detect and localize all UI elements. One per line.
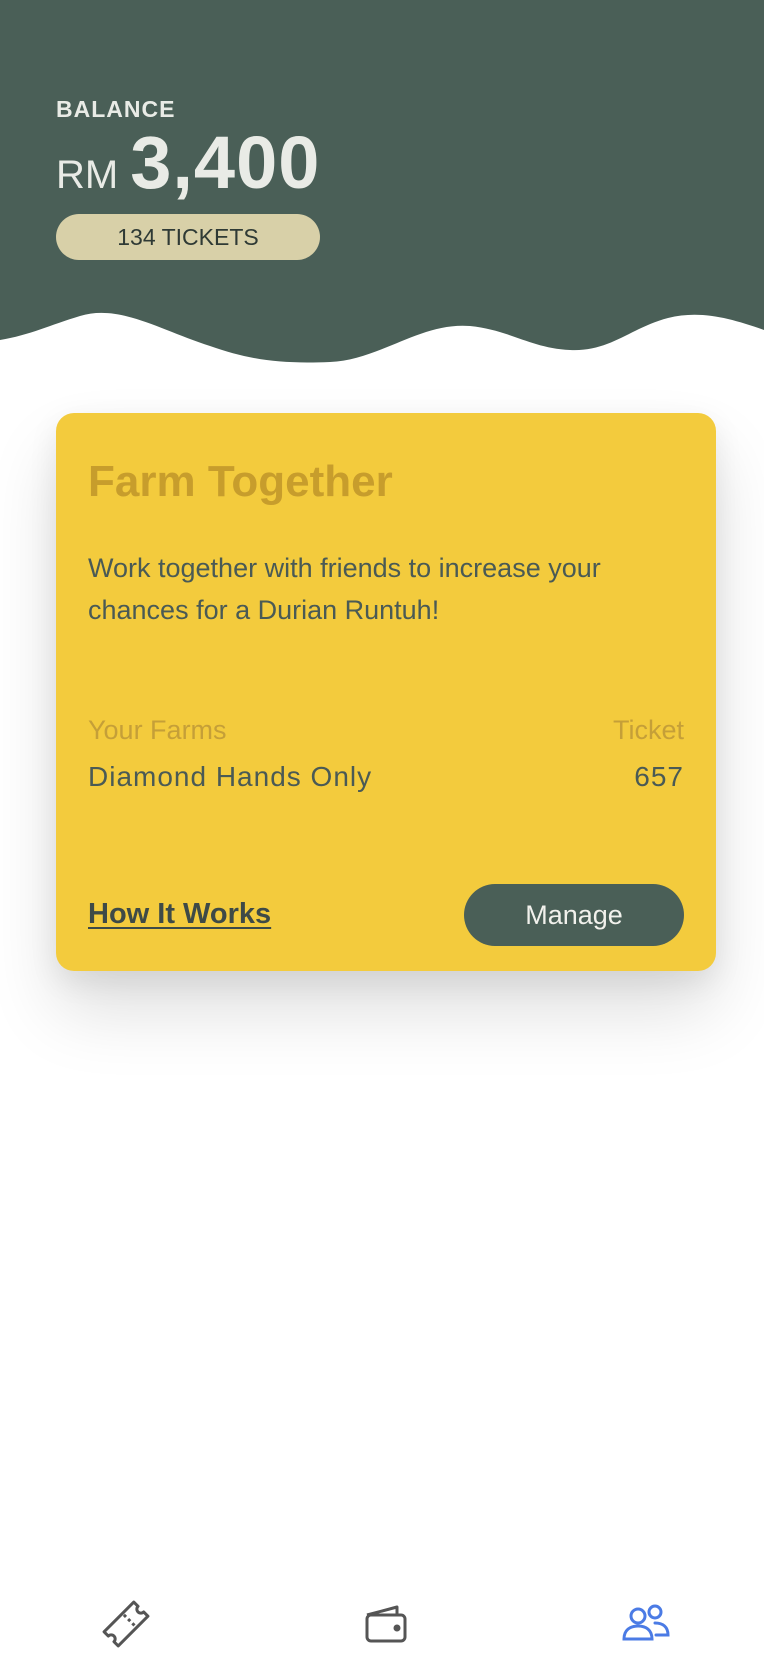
nav-tickets[interactable] [66, 1576, 186, 1672]
ticket-icon [102, 1600, 150, 1648]
farm-row[interactable]: Diamond Hands Only 657 [88, 761, 684, 793]
ticket-column-header: Ticket [612, 715, 684, 745]
balance-value: RM 3,400 [56, 120, 320, 205]
farms-column-header: Your Farms [88, 715, 227, 745]
balance-amount: 3,400 [130, 121, 321, 204]
card-description: Work together with friends to increase y… [88, 553, 601, 625]
tickets-badge: 134 TICKETS [56, 214, 320, 260]
balance-label: BALANCE [56, 96, 176, 122]
how-it-works-link[interactable]: How It Works [88, 898, 271, 931]
balance-header: BALANCE RM 3,400 134 TICKETS [0, 0, 764, 370]
farm-together-card: Farm Together Work together with friends… [56, 413, 716, 971]
nav-friends[interactable] [586, 1576, 706, 1672]
users-icon [622, 1604, 670, 1641]
bottom-navigation [0, 1576, 764, 1672]
currency-label: RM [56, 153, 119, 197]
nav-wallet[interactable] [326, 1576, 446, 1672]
farm-name: Diamond Hands Only [88, 761, 373, 792]
card-title: Farm Together [88, 457, 393, 506]
screen: BALANCE RM 3,400 134 TICKETS Farm Togeth… [0, 0, 764, 1672]
farms-table-header: Your Farms Ticket [88, 715, 684, 746]
wallet-icon [365, 1605, 407, 1643]
manage-button[interactable]: Manage [464, 884, 684, 946]
farm-tickets: 657 [634, 761, 684, 792]
